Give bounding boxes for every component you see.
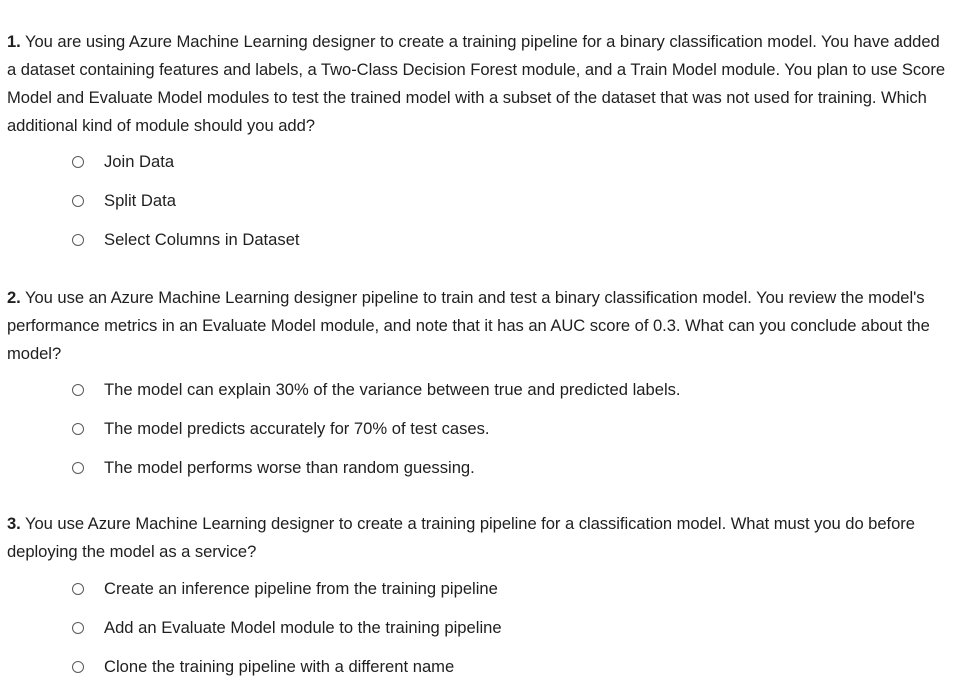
question-2-text: 2. You use an Azure Machine Learning des…	[7, 284, 952, 368]
question-2: 2. You use an Azure Machine Learning des…	[7, 284, 952, 368]
radio-button-icon[interactable]	[72, 583, 84, 595]
question-2-body: You use an Azure Machine Learning design…	[7, 288, 930, 363]
radio-button-icon[interactable]	[72, 462, 84, 474]
radio-button-icon[interactable]	[72, 622, 84, 634]
radio-button-icon[interactable]	[72, 156, 84, 168]
option-label: Clone the training pipeline with a diffe…	[104, 657, 455, 676]
q2-option-worse-than-random[interactable]: The model performs worse than random gue…	[72, 456, 475, 480]
option-label: Select Columns in Dataset	[104, 230, 300, 249]
option-label: The model performs worse than random gue…	[104, 458, 475, 477]
question-3-body: You use Azure Machine Learning designer …	[7, 514, 915, 561]
question-3-number: 3.	[7, 514, 21, 533]
q1-option-split-data[interactable]: Split Data	[72, 189, 176, 213]
option-label: Split Data	[104, 191, 176, 210]
radio-button-icon[interactable]	[72, 661, 84, 673]
radio-button-icon[interactable]	[72, 234, 84, 246]
radio-button-icon[interactable]	[72, 195, 84, 207]
question-1: 1. You are using Azure Machine Learning …	[7, 28, 952, 140]
q1-option-join-data[interactable]: Join Data	[72, 150, 174, 174]
question-2-number: 2.	[7, 288, 21, 307]
question-3-text: 3. You use Azure Machine Learning design…	[7, 510, 952, 566]
q2-option-accuracy[interactable]: The model predicts accurately for 70% of…	[72, 417, 490, 441]
question-3: 3. You use Azure Machine Learning design…	[7, 510, 952, 566]
q3-option-inference-pipeline[interactable]: Create an inference pipeline from the tr…	[72, 577, 498, 601]
q2-option-variance[interactable]: The model can explain 30% of the varianc…	[72, 378, 681, 402]
question-1-number: 1.	[7, 32, 21, 51]
q1-option-select-columns[interactable]: Select Columns in Dataset	[72, 228, 300, 252]
radio-button-icon[interactable]	[72, 423, 84, 435]
option-label: The model predicts accurately for 70% of…	[104, 419, 490, 438]
option-label: Create an inference pipeline from the tr…	[104, 579, 498, 598]
option-label: The model can explain 30% of the varianc…	[104, 380, 681, 399]
question-1-body: You are using Azure Machine Learning des…	[7, 32, 946, 135]
option-label: Join Data	[104, 152, 175, 171]
question-1-text: 1. You are using Azure Machine Learning …	[7, 28, 952, 140]
radio-button-icon[interactable]	[72, 384, 84, 396]
q3-option-clone-pipeline[interactable]: Clone the training pipeline with a diffe…	[72, 655, 454, 679]
option-label: Add an Evaluate Model module to the trai…	[104, 618, 502, 637]
q3-option-evaluate-model[interactable]: Add an Evaluate Model module to the trai…	[72, 616, 502, 640]
